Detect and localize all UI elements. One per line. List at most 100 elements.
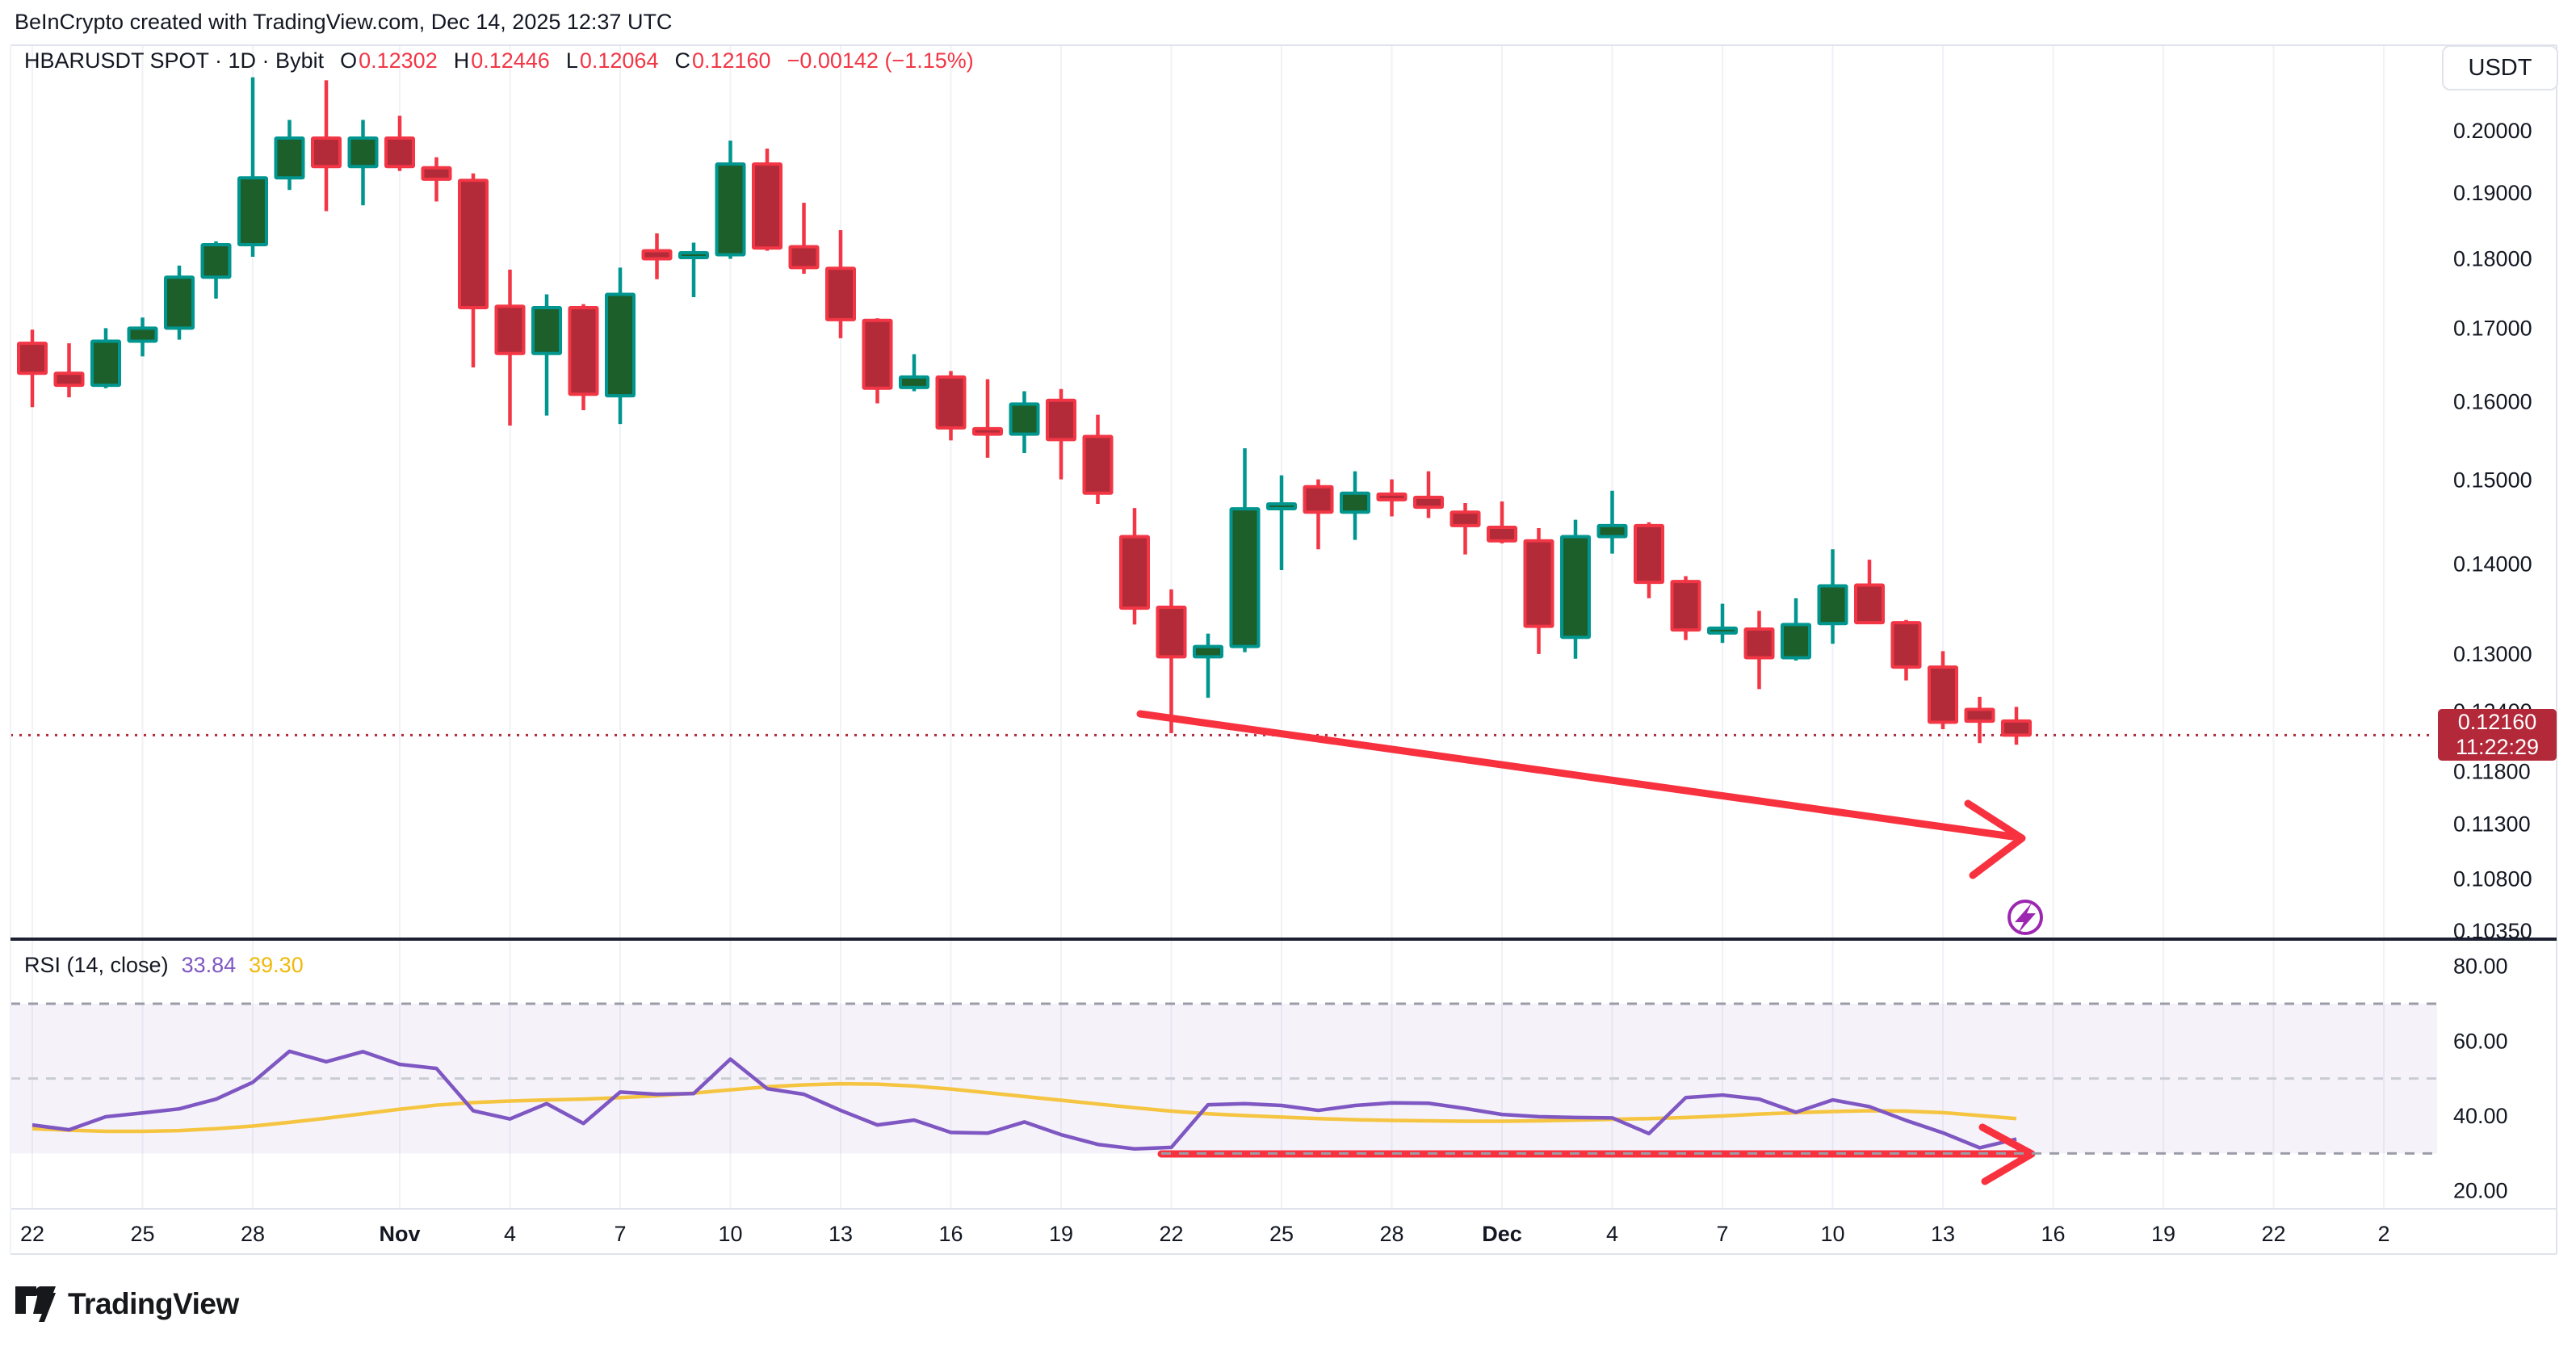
candle[interactable] (1341, 472, 1369, 540)
low-key: L (566, 48, 578, 73)
candle[interactable] (423, 157, 451, 202)
price-axis-label: 0.11300 (2453, 812, 2531, 837)
time-axis-label: 28 (241, 1222, 265, 1246)
candle[interactable] (1929, 651, 1957, 729)
time-axis-label: 7 (1716, 1222, 1728, 1246)
rsi-axis-labels[interactable]: 80.0060.0040.0020.00 (2453, 954, 2508, 1203)
open-value: 0.12302 (359, 48, 438, 73)
candle[interactable] (1452, 503, 1479, 555)
time-axis-label: 10 (1820, 1222, 1844, 1246)
candle[interactable] (1635, 522, 1663, 598)
candle-body (1966, 710, 1994, 722)
candle[interactable] (1268, 476, 1295, 570)
candle[interactable] (570, 304, 598, 410)
candle[interactable] (1488, 501, 1516, 543)
candle[interactable] (938, 371, 965, 441)
high-value: 0.12446 (471, 48, 550, 73)
candle[interactable] (827, 230, 854, 338)
candle[interactable] (1047, 389, 1075, 480)
time-axis-label: 16 (938, 1222, 963, 1246)
candle[interactable] (19, 329, 46, 407)
candle[interactable] (386, 115, 413, 170)
candle[interactable] (1709, 604, 1736, 644)
candle[interactable] (680, 243, 707, 297)
candle-body (1599, 526, 1626, 537)
candle[interactable] (864, 318, 892, 403)
candle-body (900, 377, 928, 388)
candle[interactable] (350, 120, 377, 206)
candle[interactable] (1158, 589, 1185, 733)
candle[interactable] (1011, 392, 1038, 453)
candle[interactable] (1856, 560, 1883, 623)
rsi-current-value: 33.84 (182, 953, 237, 978)
price-axis-labels[interactable]: 0.200000.190000.180000.170000.160000.150… (2453, 119, 2532, 943)
candle-body (1452, 512, 1479, 526)
close-key: C (674, 48, 690, 73)
candle-body (1341, 493, 1369, 512)
candle[interactable] (974, 380, 1001, 458)
candle[interactable] (753, 149, 781, 251)
time-axis-label: 22 (2261, 1222, 2285, 1246)
candle[interactable] (1893, 620, 1920, 681)
candle[interactable] (533, 295, 560, 416)
candle[interactable] (56, 343, 83, 397)
candle[interactable] (606, 267, 634, 424)
candle[interactable] (2003, 707, 2030, 745)
candle[interactable] (717, 141, 745, 258)
candle-body (1047, 401, 1075, 440)
candle[interactable] (1746, 610, 1773, 689)
candle[interactable] (791, 203, 818, 274)
candle[interactable] (1525, 528, 1553, 654)
time-axis-label: Nov (379, 1222, 420, 1246)
time-axis-labels[interactable]: 222528Nov4710131619222528Dec471013161922… (20, 1222, 2390, 1246)
time-axis-label: 22 (1159, 1222, 1183, 1246)
tradingview-logo[interactable]: TradingView (15, 1286, 239, 1323)
candle[interactable] (239, 78, 266, 257)
candle-body (864, 321, 892, 388)
candle[interactable] (166, 266, 193, 340)
rsi-legend-title[interactable]: RSI (14, close) (24, 953, 169, 978)
high-key: H (454, 48, 470, 73)
chart-canvas[interactable]: 0.200000.190000.180000.170000.160000.150… (0, 0, 2576, 1355)
candle[interactable] (1194, 634, 1222, 698)
candle[interactable] (203, 241, 230, 299)
candle[interactable] (644, 233, 671, 279)
candle[interactable] (1599, 491, 1626, 554)
time-axis-label: 13 (829, 1222, 853, 1246)
symbol-title[interactable]: HBARUSDT SPOT · 1D · Bybit (24, 48, 324, 73)
candle-body (423, 168, 451, 179)
candle[interactable] (1819, 549, 1847, 644)
candle-body (606, 295, 634, 396)
candle[interactable] (1782, 598, 1810, 661)
main_arrow-shaft (1140, 714, 2012, 837)
candle-body (313, 138, 340, 166)
candle-body (1268, 504, 1295, 509)
candle[interactable] (1966, 697, 1994, 743)
candlestick-series[interactable] (19, 78, 2030, 745)
candle[interactable] (1305, 480, 1332, 550)
candle[interactable] (1415, 472, 1442, 518)
candle[interactable] (900, 354, 928, 392)
candle[interactable] (1378, 480, 1406, 517)
currency-toggle-button[interactable]: USDT (2442, 45, 2558, 90)
candle[interactable] (92, 328, 120, 388)
candle[interactable] (497, 270, 524, 426)
price-axis-label: 0.14000 (2453, 552, 2532, 576)
time-axis-label: 2 (2377, 1222, 2389, 1246)
price-axis-label: 0.10350 (2453, 919, 2532, 943)
candle[interactable] (1672, 577, 1700, 640)
candle[interactable] (1121, 508, 1148, 624)
time-axis-label: 16 (2041, 1222, 2065, 1246)
candle[interactable] (129, 317, 157, 356)
candle[interactable] (459, 174, 487, 367)
price-axis-label: 0.19000 (2453, 181, 2532, 205)
candle-body (1011, 404, 1038, 434)
candle-body (276, 138, 304, 178)
candle-body (1562, 536, 1589, 637)
lightning-marker-icon[interactable] (2009, 901, 2041, 933)
candle[interactable] (313, 80, 340, 211)
candle[interactable] (1562, 520, 1589, 659)
candle[interactable] (1085, 415, 1112, 504)
candle[interactable] (1231, 448, 1259, 652)
candle[interactable] (276, 120, 304, 191)
